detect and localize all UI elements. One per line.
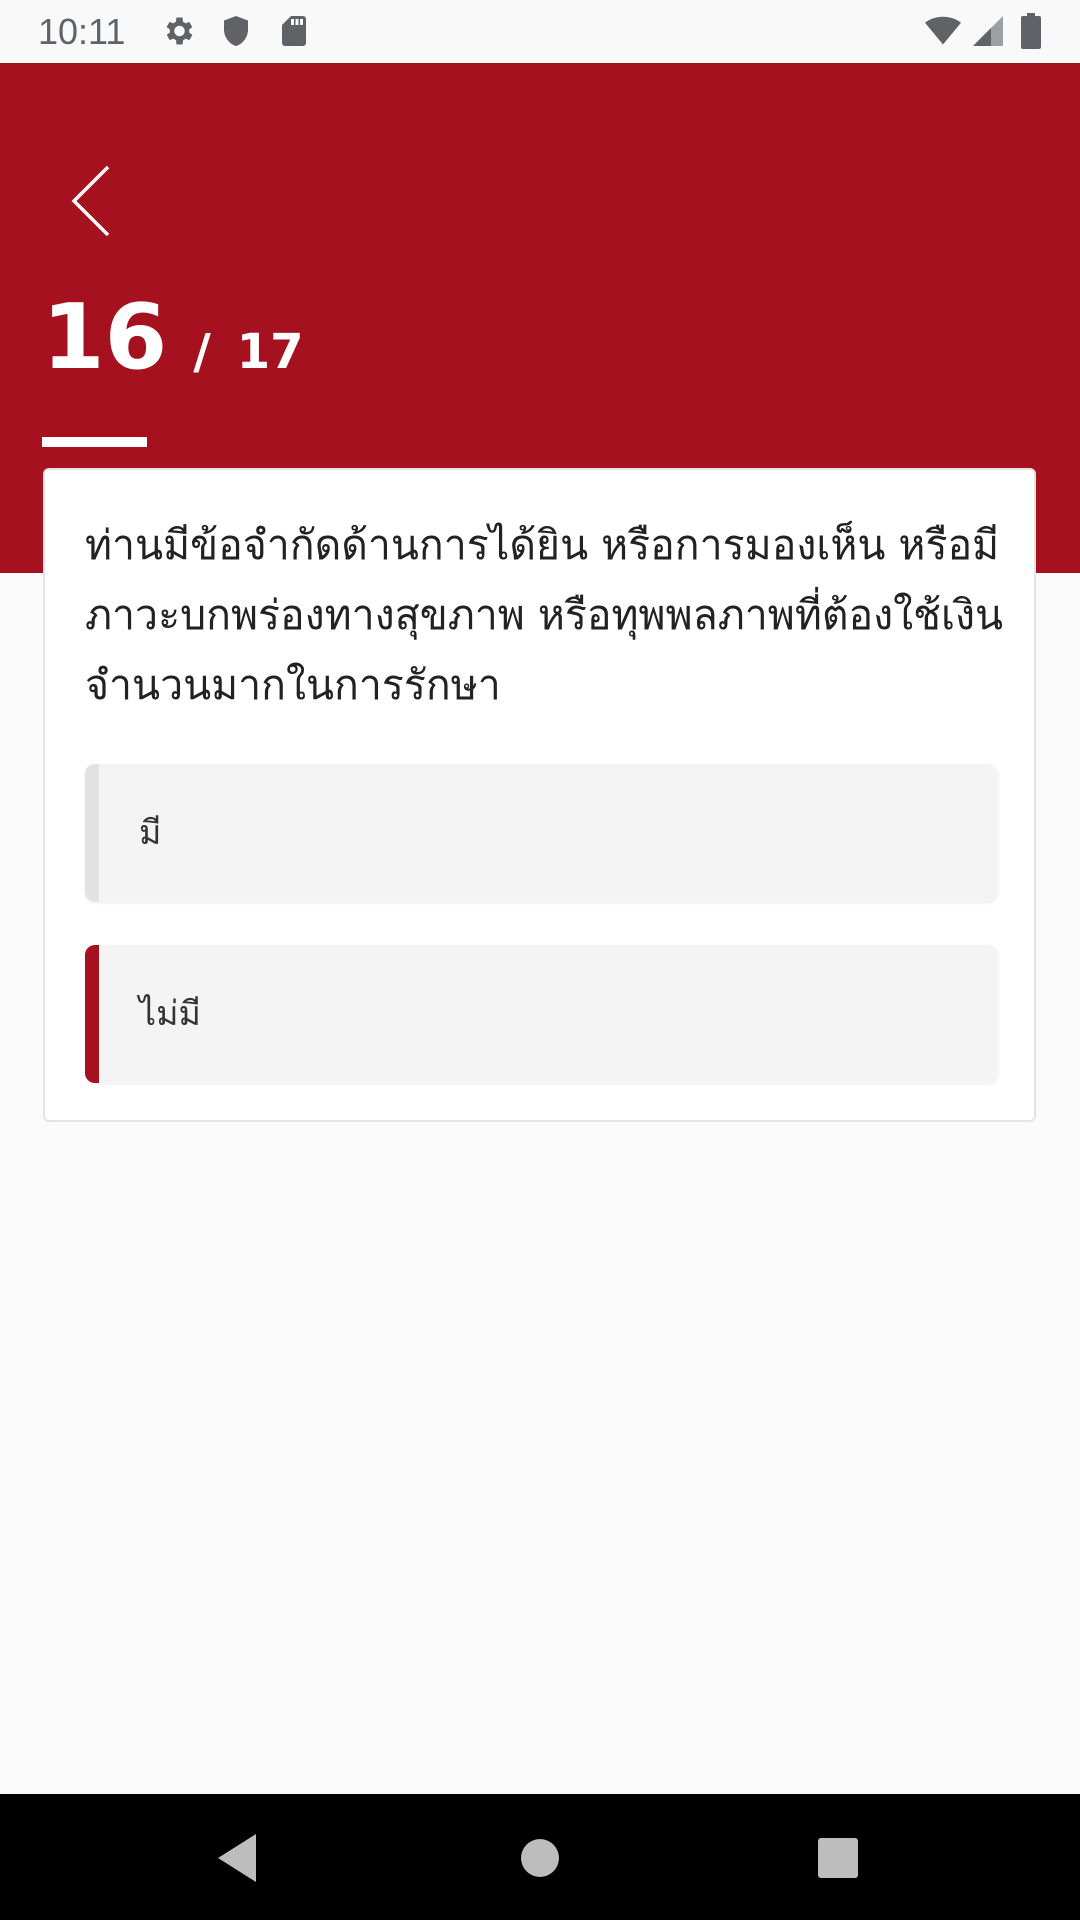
progress-separator: / <box>193 324 211 380</box>
nav-recents-button[interactable] <box>810 1830 866 1886</box>
option-yes[interactable]: มี <box>85 764 998 902</box>
home-circle-icon <box>521 1839 559 1877</box>
option-label: ไม่มี <box>139 994 201 1034</box>
screen: 10:11 16/17 ท่านมีข้อจำกัดด้านการได้ยิน … <box>0 0 1080 1920</box>
shield-icon <box>218 13 254 49</box>
battery-icon <box>1014 13 1048 49</box>
signal-icon <box>970 13 1006 49</box>
option-indicator <box>85 764 99 902</box>
back-button[interactable] <box>68 163 124 239</box>
chevron-left-icon <box>71 165 110 237</box>
option-indicator-selected <box>85 945 99 1083</box>
question-progress: 16 / 17 <box>42 285 304 390</box>
wifi-icon <box>922 13 964 49</box>
option-no[interactable]: ไม่มี <box>85 945 998 1083</box>
system-nav-bar <box>0 1794 1080 1920</box>
nav-back-button[interactable] <box>212 1830 268 1886</box>
question-card: ท่านมีข้อจำกัดด้านการได้ยิน หรือการมองเห… <box>43 468 1036 1122</box>
recents-square-icon <box>818 1838 858 1878</box>
question-text: ท่านมีข้อจำกัดด้านการได้ยิน หรือการมองเห… <box>85 521 1004 709</box>
nav-home-button[interactable] <box>512 1830 568 1886</box>
option-label: มี <box>139 813 162 853</box>
back-triangle-icon <box>218 1834 256 1882</box>
status-time: 10:11 <box>38 11 126 52</box>
status-bar: 10:11 <box>0 0 1080 63</box>
progress-current: 16 <box>42 285 168 390</box>
sd-card-icon <box>276 13 312 49</box>
gear-icon <box>160 13 196 49</box>
progress-total: 17 <box>236 324 304 380</box>
progress-underline <box>42 437 147 447</box>
